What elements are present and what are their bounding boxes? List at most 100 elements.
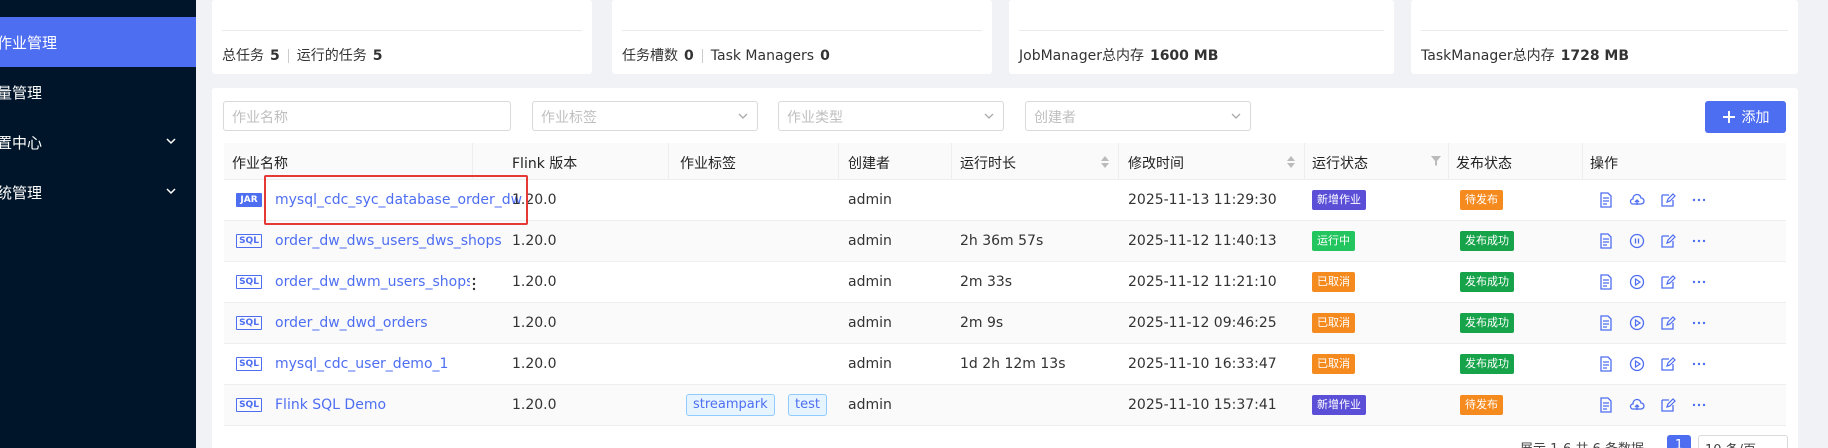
release-status-badge: 待发布 [1460,395,1503,415]
sidebar-item-label: 作业管理 [0,33,58,52]
job-name-search-input[interactable]: 作业名称 [223,101,511,131]
flink-version: 1.20.0 [512,397,557,413]
stat-label: 任务槽数 [622,48,678,64]
more-icon[interactable] [1691,192,1707,208]
job-type-badge: SQL [236,357,262,371]
start-icon[interactable] [1629,315,1645,331]
job-name-link[interactable]: mysql_cdc_user_demo_1 [275,356,448,372]
run-status-badge: 已取消 [1312,354,1355,374]
divider [622,30,982,31]
page-scrollbar[interactable] [1810,0,1828,448]
more-icon[interactable] [1691,356,1707,372]
edit-icon[interactable] [1660,356,1676,372]
job-detail-icon[interactable] [1598,233,1614,249]
job-name-link[interactable]: order_dw_dwm_users_shops [275,274,473,290]
column-header-name[interactable]: 作业名称 [232,153,288,173]
stat-meta: 任务槽数 0 Task Managers 0 [622,45,838,65]
job-detail-icon[interactable] [1598,315,1614,331]
job-detail-icon[interactable] [1598,397,1614,413]
job-name-link[interactable]: order_dw_dwd_orders [275,315,428,331]
job-tag-chip[interactable]: test [788,394,827,416]
modified-time: 2025-11-12 11:21:10 [1128,274,1277,290]
release-icon[interactable] [1629,192,1645,208]
column-divider [1582,143,1583,180]
job-type-badge: SQL [236,398,262,412]
column-header-modified[interactable]: 修改时间 [1128,153,1184,173]
placeholder: 作业名称 [232,110,288,126]
column-divider [1118,143,1119,180]
column-menu-icon[interactable] [470,273,478,295]
more-icon[interactable] [1691,274,1707,290]
stat-number: 5 [372,48,383,64]
creator: admin [848,274,892,290]
run-duration: 2h 36m 57s [960,233,1044,249]
job-name-link[interactable]: Flink SQL Demo [275,397,386,413]
modified-time: 2025-11-12 09:46:25 [1128,315,1277,331]
job-detail-icon[interactable] [1598,274,1614,290]
filter-icon[interactable] [1430,155,1442,167]
creator-select[interactable]: 创建者 [1025,101,1251,131]
table-row: SQL Flink SQL Demo 1.20.0 streampark test adm… [224,385,1786,426]
sort-icon[interactable] [1100,155,1110,169]
column-header-run-status[interactable]: 运行状态 [1312,153,1368,173]
page-size-select[interactable]: 10 条/页 [1698,435,1788,448]
start-icon[interactable] [1629,274,1645,290]
divider [222,30,582,31]
job-type-select[interactable]: 作业类型 [778,101,1004,131]
plus-icon [1722,111,1735,123]
job-detail-icon[interactable] [1598,356,1614,372]
stat-number: 5 [270,48,280,64]
add-job-button[interactable]: 添加 [1705,101,1786,133]
sidebar-item-config-center[interactable]: 置中心 [0,117,196,167]
sidebar-item-quantity-management[interactable]: 量管理 [0,67,196,117]
pagination-page-1[interactable]: 1 [1667,435,1691,448]
column-header-duration[interactable]: 运行时长 [960,153,1016,173]
more-icon[interactable] [1691,233,1707,249]
more-icon[interactable] [1691,315,1707,331]
job-detail-icon[interactable] [1598,192,1614,208]
pagination-summary: 展示 1-6 共 6 条数据 [1520,438,1644,448]
modified-time: 2025-11-10 16:33:47 [1128,356,1277,372]
release-status-badge: 发布成功 [1460,313,1514,333]
sidebar-item-job-management[interactable]: 作业管理 [0,17,196,67]
edit-icon[interactable] [1660,233,1676,249]
stat-label: JobManager总内存 [1019,48,1144,64]
column-header-release-status[interactable]: 发布状态 [1456,153,1512,173]
sidebar-item-system-management[interactable]: 统管理 [0,167,196,217]
table-row: SQL mysql_cdc_user_demo_1 1.20.0 admin 1d 2h… [224,344,1786,385]
chevron-down-icon [984,113,994,119]
run-duration: 1d 2h 12m 13s [960,356,1066,372]
stat-card-slots: 任务槽数 0 Task Managers 0 [612,0,992,74]
job-name-link[interactable]: order_dw_dws_users_dws_shops [275,233,502,249]
job-type-badge: SQL [236,275,262,289]
column-header-tags[interactable]: 作业标签 [680,153,736,173]
edit-icon[interactable] [1660,397,1676,413]
job-tag-chip[interactable]: streampark [686,394,775,416]
chevron-down-icon [166,188,176,195]
run-duration: 2m 9s [960,315,1004,331]
stat-meta: TaskManager总内存 1728 MB [1421,45,1637,65]
stat-number: 0 [820,48,830,64]
edit-icon[interactable] [1660,192,1676,208]
column-header-flink[interactable]: Flink 版本 [512,153,577,173]
highlight-box [264,175,528,225]
column-divider [1448,143,1449,180]
placeholder: 作业标签 [541,110,597,126]
sort-icon[interactable] [1286,155,1296,169]
column-header-creator[interactable]: 创建者 [848,153,890,173]
start-icon[interactable] [1629,356,1645,372]
release-icon[interactable] [1629,397,1645,413]
stat-number: 1600 MB [1149,48,1219,64]
divider [1019,30,1384,31]
more-icon[interactable] [1691,397,1707,413]
stat-card-jobmanager-memory: JobManager总内存 1600 MB [1009,0,1394,74]
job-tag-select[interactable]: 作业标签 [532,101,758,131]
chevron-down-icon [738,113,748,119]
divider [1421,30,1788,31]
flink-version: 1.20.0 [512,274,557,290]
edit-icon[interactable] [1660,274,1676,290]
creator: admin [848,192,892,208]
pause-icon[interactable] [1629,233,1645,249]
run-status-badge: 新增作业 [1312,395,1366,415]
edit-icon[interactable] [1660,315,1676,331]
